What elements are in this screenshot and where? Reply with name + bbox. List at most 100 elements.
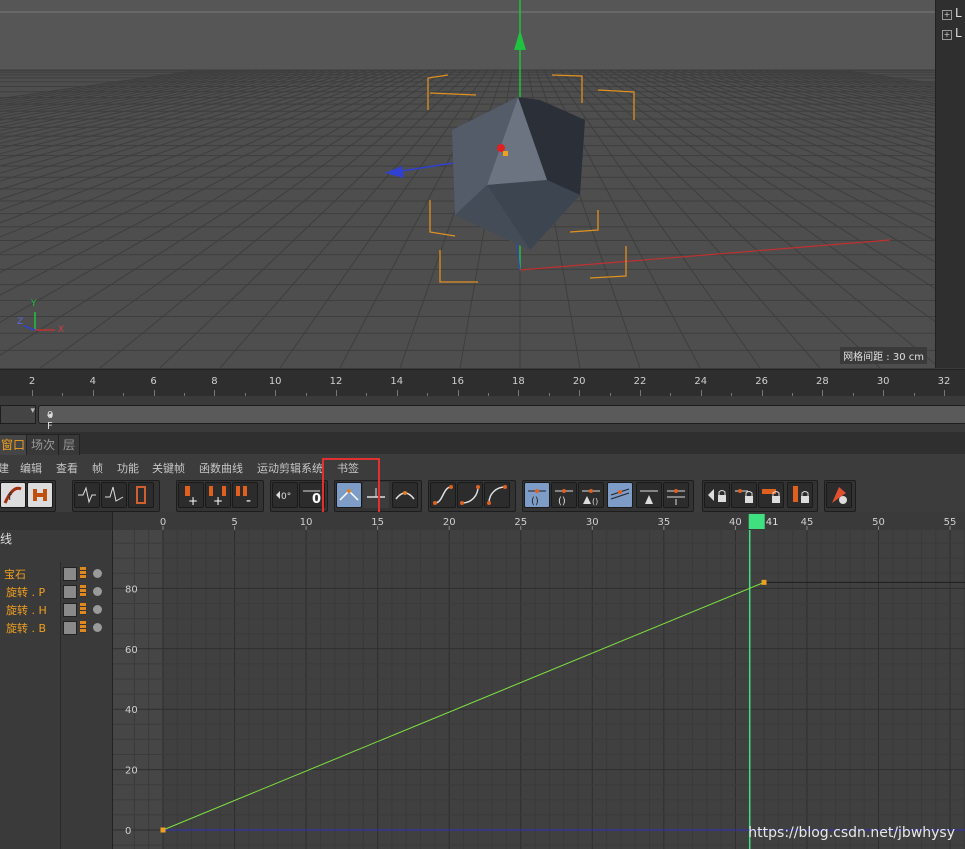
ruler-tick-label: 6: [150, 376, 157, 387]
ruler-tick-label: 14: [390, 376, 404, 387]
track-mode-icon[interactable]: [63, 567, 77, 581]
graph-header: [113, 512, 965, 530]
ruler-tick-label: 10: [268, 376, 282, 387]
watermark: https://blog.csdn.net/jbwhysy: [748, 825, 955, 841]
track-keys-icon: [80, 621, 86, 633]
tab-layers[interactable]: 层: [58, 434, 81, 455]
track-row-rotation-h[interactable]: 旋转 . H: [0, 601, 112, 618]
current-frame-marker[interactable]: [748, 514, 765, 529]
3d-viewport[interactable]: Y Z X 网格间距 : 30 cm: [0, 0, 935, 368]
track-header-label: 线: [0, 532, 13, 546]
keyframe-point[interactable]: [160, 827, 166, 833]
track-mode-icon[interactable]: [63, 621, 77, 635]
tab-takes[interactable]: 场次: [26, 434, 61, 455]
dopesheet-mode-icon[interactable]: [27, 482, 53, 508]
fcurve-mode-icon[interactable]: f: [0, 482, 26, 508]
timeline-toolbar: f + + - 0° 0 () () (): [0, 478, 965, 513]
track-list: [0, 512, 113, 849]
track-solo-icon[interactable]: [93, 623, 102, 632]
expand-icon[interactable]: +: [942, 30, 952, 40]
curve-bracket-icon[interactable]: [128, 482, 154, 508]
svg-text:-: -: [246, 493, 251, 507]
curve-wave-icon[interactable]: [74, 482, 100, 508]
lock-all-icon[interactable]: [787, 482, 813, 508]
record-icon[interactable]: [826, 482, 852, 508]
fcurve-graph[interactable]: 0 5 10 15 20 25 30 35 40 45 50 55 80 60 40 20 0 41: [113, 512, 965, 849]
ruler-tick-label: 20: [572, 376, 586, 387]
menu-bar: 建 编辑 查看 帧 功能 关键帧 函数曲线 运动剪辑系统 书签: [0, 456, 965, 478]
pivot-point: [497, 144, 505, 152]
track-keys-icon: [80, 585, 86, 597]
ease-out-icon[interactable]: [484, 482, 510, 508]
curve-wave-alt-icon[interactable]: [101, 482, 127, 508]
track-solo-icon[interactable]: [93, 569, 102, 578]
svg-text:(): (): [531, 496, 539, 507]
menu-fcurve[interactable]: 函数曲线: [199, 460, 243, 476]
menu-motion-clip[interactable]: 运动剪辑系统: [257, 460, 323, 476]
grid-spacing-label: 网格间距 : 30 cm: [840, 347, 927, 364]
track-name: 宝石: [4, 568, 26, 581]
frame-slider[interactable]: ◂ 0 F: [38, 405, 965, 432]
weight-tangent-icon[interactable]: [636, 482, 662, 508]
ease-in-icon[interactable]: [457, 482, 483, 508]
ruler-tick-label: 28: [816, 376, 829, 387]
y-tick-label: 40: [125, 705, 138, 716]
track-keys-icon: [80, 603, 86, 615]
object-tree-item[interactable]: + L: [942, 26, 962, 40]
track-row-rotation-p[interactable]: 旋转 . P: [0, 583, 112, 600]
track-name: 旋转 . H: [6, 604, 47, 617]
timeline-ruler[interactable]: 2 4 6 8 10 12 14 16 18 20 22 24 26 28 30 32: [0, 369, 965, 396]
menu-frame[interactable]: 帧: [92, 460, 103, 476]
frame-value: 0 F: [47, 410, 54, 432]
ruler-tick-label: 30: [876, 376, 890, 387]
ruler-tick-label: 4: [89, 376, 96, 387]
break-tangent-icon[interactable]: [607, 482, 633, 508]
lock-value-icon[interactable]: [758, 482, 784, 508]
zero-tangent-icon[interactable]: (): [551, 482, 577, 508]
object-tree-item[interactable]: + L: [942, 6, 962, 20]
menu-functions[interactable]: 功能: [117, 460, 139, 476]
lock-key-icon[interactable]: [704, 482, 730, 508]
svg-text:(): (): [558, 496, 566, 507]
spline-step-icon[interactable]: [392, 482, 418, 508]
track-mode-icon[interactable]: [63, 585, 77, 599]
ease-curve-icon[interactable]: [430, 482, 456, 508]
ruler-tick-label: 22: [633, 376, 647, 387]
lock-tangent-icon[interactable]: (): [578, 482, 604, 508]
expand-icon[interactable]: +: [942, 10, 952, 20]
gizmo-y-label: Y: [31, 299, 37, 309]
current-frame-label: 41: [766, 517, 779, 528]
track-solo-icon[interactable]: [93, 605, 102, 614]
track-row-rotation-b[interactable]: 旋转 . B: [0, 619, 112, 636]
menu-view[interactable]: 查看: [56, 460, 78, 476]
track-name: 旋转 . P: [6, 586, 46, 599]
svg-text:0°: 0°: [281, 492, 291, 502]
track-name: 旋转 . B: [6, 622, 47, 635]
ruler-tick-label: 8: [211, 376, 218, 387]
svg-text:(): (): [592, 497, 598, 506]
viewport-scene: [0, 0, 935, 368]
menu-create[interactable]: 建: [0, 460, 9, 476]
unlock-tangent-icon[interactable]: [663, 482, 689, 508]
y-tick-label: 20: [125, 766, 138, 777]
frame-dropdown[interactable]: ▾: [0, 405, 36, 424]
ruler-tick-label: 24: [694, 376, 708, 387]
menu-edit[interactable]: 编辑: [20, 460, 42, 476]
keyframe-point[interactable]: [761, 579, 767, 585]
track-solo-icon[interactable]: [93, 587, 102, 596]
add-key-icon[interactable]: +: [178, 482, 204, 508]
menu-keyframes[interactable]: 关键帧: [152, 460, 185, 476]
add-keys-icon[interactable]: +: [205, 482, 231, 508]
ruler-tick-label: 18: [512, 376, 525, 387]
svg-text:0: 0: [312, 492, 321, 507]
track-keys-icon: [80, 567, 86, 579]
track-row-gem[interactable]: 宝石: [0, 565, 112, 582]
delete-key-icon[interactable]: -: [232, 482, 258, 508]
object-manager-panel: + L + L: [935, 0, 965, 368]
track-mode-icon[interactable]: [63, 603, 77, 617]
lock-time-icon[interactable]: [731, 482, 757, 508]
clamp-tangent-icon[interactable]: (): [524, 482, 550, 508]
zero-angle-icon[interactable]: 0°: [272, 482, 298, 508]
svg-text:+: +: [213, 494, 223, 507]
svg-text:+: +: [188, 494, 198, 507]
